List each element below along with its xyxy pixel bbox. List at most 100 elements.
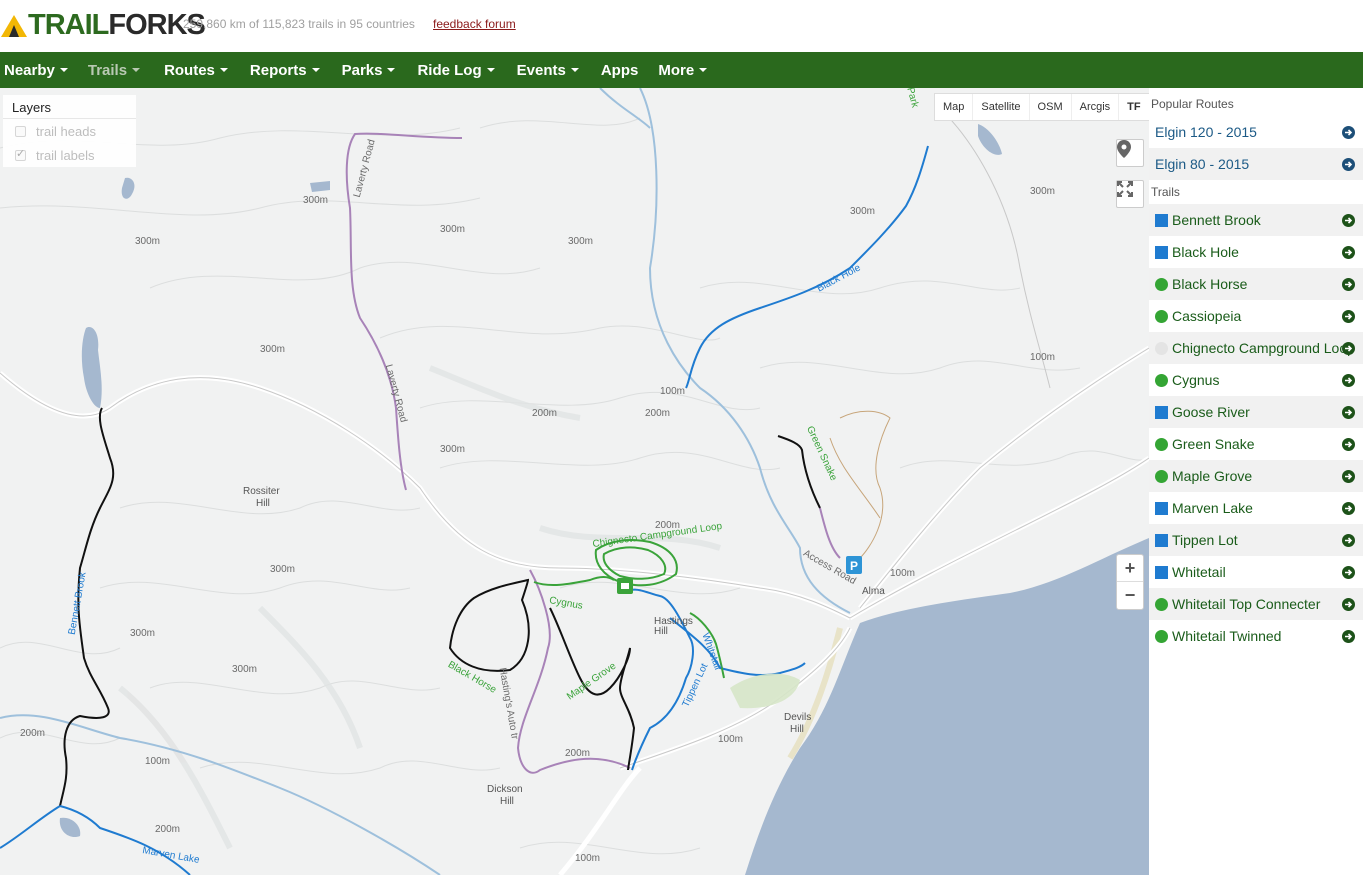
- sidebar: Popular Routes Elgin 120 - 2015 Elgin 80 …: [1149, 88, 1363, 875]
- contour-label: 200m: [645, 408, 671, 419]
- nav-label: More: [658, 61, 695, 79]
- map-type-map[interactable]: Map: [935, 94, 974, 120]
- trail-label: Cassiopeia: [1172, 308, 1242, 324]
- place-rossiter: Rossiter: [243, 486, 280, 497]
- map-type-satellite[interactable]: Satellite: [973, 94, 1030, 120]
- trail-item[interactable]: Whitetail Twinned: [1149, 620, 1363, 652]
- layers-title: Layers: [3, 95, 136, 119]
- arrow-right-icon: [1342, 598, 1355, 611]
- locate-button[interactable]: [1116, 139, 1144, 167]
- layer-label: trail labels: [36, 147, 95, 163]
- trail-label: Black Horse: [1172, 276, 1248, 292]
- trail-item[interactable]: Cygnus: [1149, 364, 1363, 396]
- arrow-right-icon: [1342, 470, 1355, 483]
- nav-parks[interactable]: Parks: [338, 52, 414, 88]
- layer-trail-labels[interactable]: trail labels: [3, 143, 136, 167]
- trails-list: Bennett Brook Black Hole Black Horse Cassio…: [1149, 204, 1363, 652]
- contour-label: 300m: [303, 195, 329, 206]
- contour-label: 200m: [565, 748, 591, 759]
- campground-marker: [617, 578, 633, 594]
- trail-heads-checkbox[interactable]: [15, 125, 26, 137]
- trail-item[interactable]: Bennett Brook: [1149, 204, 1363, 236]
- site-stats: 259,860 km of 115,823 trails in 95 count…: [183, 17, 415, 31]
- nav-label: Events: [516, 61, 566, 79]
- caret-down-icon: [387, 68, 396, 72]
- contour-label: 200m: [155, 824, 181, 835]
- nav-label: Routes: [164, 61, 215, 79]
- nav-ride-log[interactable]: Ride Log: [413, 52, 512, 88]
- contour-label: 300m: [850, 206, 876, 217]
- nav-more[interactable]: More: [654, 52, 723, 88]
- lake-2: [121, 177, 135, 199]
- trail-item[interactable]: Cassiopeia: [1149, 300, 1363, 332]
- zoom-control: + −: [1116, 554, 1144, 610]
- arrow-right-icon: [1342, 214, 1355, 227]
- trail-item[interactable]: Whitetail: [1149, 556, 1363, 588]
- trail-item[interactable]: Maple Grove: [1149, 460, 1363, 492]
- trail-item[interactable]: Tippen Lot: [1149, 524, 1363, 556]
- nav-reports[interactable]: Reports: [246, 52, 338, 88]
- nav-apps[interactable]: Apps: [597, 52, 655, 88]
- place-devils-hill: Hill: [790, 724, 804, 735]
- routes-list: Elgin 120 - 2015 Elgin 80 - 2015: [1149, 116, 1363, 180]
- contour-label: 200m: [20, 728, 46, 739]
- trails-heading: Trails: [1151, 185, 1180, 199]
- place-dickson: Dickson: [487, 784, 523, 795]
- route-item[interactable]: Elgin 120 - 2015: [1149, 116, 1363, 148]
- nav-routes[interactable]: Routes: [160, 52, 246, 88]
- nav-trails[interactable]: Trails: [84, 52, 160, 88]
- trail-item[interactable]: Black Hole: [1149, 236, 1363, 268]
- layer-trail-heads[interactable]: trail heads: [3, 119, 136, 143]
- difficulty-blue-square-icon: [1155, 565, 1168, 579]
- blue-trails: [0, 145, 929, 875]
- trailforks-logo[interactable]: TRAILFORKS: [0, 8, 206, 42]
- contour-label: 300m: [135, 236, 161, 247]
- trail-label: Whitetail Top Connecter: [1172, 596, 1321, 612]
- ocean-water: [745, 538, 1149, 875]
- lake-5: [59, 817, 81, 838]
- zoom-in-button[interactable]: +: [1117, 555, 1143, 582]
- nav-label: Reports: [249, 61, 307, 79]
- fullscreen-button[interactable]: [1116, 180, 1144, 208]
- trail-item[interactable]: Black Horse: [1149, 268, 1363, 300]
- caret-down-icon: [219, 68, 228, 72]
- difficulty-green-circle-icon: [1155, 597, 1168, 611]
- route-label: Elgin 120 - 2015: [1155, 124, 1257, 140]
- nav-nearby[interactable]: Nearby: [0, 52, 84, 88]
- logo-tent-icon: [0, 12, 28, 38]
- map-type-tf[interactable]: TF: [1119, 94, 1148, 120]
- trail-item[interactable]: Goose River: [1149, 396, 1363, 428]
- trail-labels-checkbox[interactable]: [15, 147, 26, 161]
- trail-map[interactable]: P 300m 300m 300m 300m 300m 300m 300m 300…: [0, 88, 1149, 875]
- zoom-out-button[interactable]: −: [1117, 582, 1143, 609]
- contour-label: 300m: [260, 344, 286, 355]
- trail-item[interactable]: Green Snake: [1149, 428, 1363, 460]
- trail-label: Maple Grove: [1172, 468, 1253, 484]
- lake-4: [978, 124, 1002, 155]
- nav-events[interactable]: Events: [513, 52, 597, 88]
- caret-down-icon: [699, 68, 708, 72]
- map-type-arcgis[interactable]: Arcgis: [1072, 94, 1120, 120]
- feedback-forum-link[interactable]: feedback forum: [433, 17, 516, 31]
- trail-item[interactable]: Whitetail Top Connecter: [1149, 588, 1363, 620]
- arrow-right-icon: [1342, 438, 1355, 451]
- route-item[interactable]: Elgin 80 - 2015: [1149, 148, 1363, 180]
- contour-label: 100m: [660, 386, 686, 397]
- difficulty-green-circle-icon: [1155, 437, 1168, 451]
- arrow-right-icon: [1342, 158, 1355, 171]
- svg-text:P: P: [850, 559, 858, 573]
- nav-label: Parks: [341, 61, 383, 79]
- main-nav: Nearby Trails Routes Reports Parks Ride Log Ev…: [0, 52, 1363, 88]
- contour-label: 100m: [890, 568, 916, 579]
- trail-item[interactable]: Chignecto Campground Loop: [1149, 332, 1363, 364]
- arrow-right-icon: [1342, 630, 1355, 643]
- trail-item[interactable]: Marven Lake: [1149, 492, 1363, 524]
- difficulty-none-icon: [1155, 341, 1168, 355]
- map-type-selector: Map Satellite OSM Arcgis TF: [934, 93, 1149, 121]
- contour-label: 100m: [718, 734, 744, 745]
- lake-3: [310, 181, 330, 192]
- arrow-right-icon: [1342, 342, 1355, 355]
- difficulty-blue-square-icon: [1155, 533, 1168, 547]
- arrow-right-icon: [1342, 502, 1355, 515]
- map-type-osm[interactable]: OSM: [1030, 94, 1072, 120]
